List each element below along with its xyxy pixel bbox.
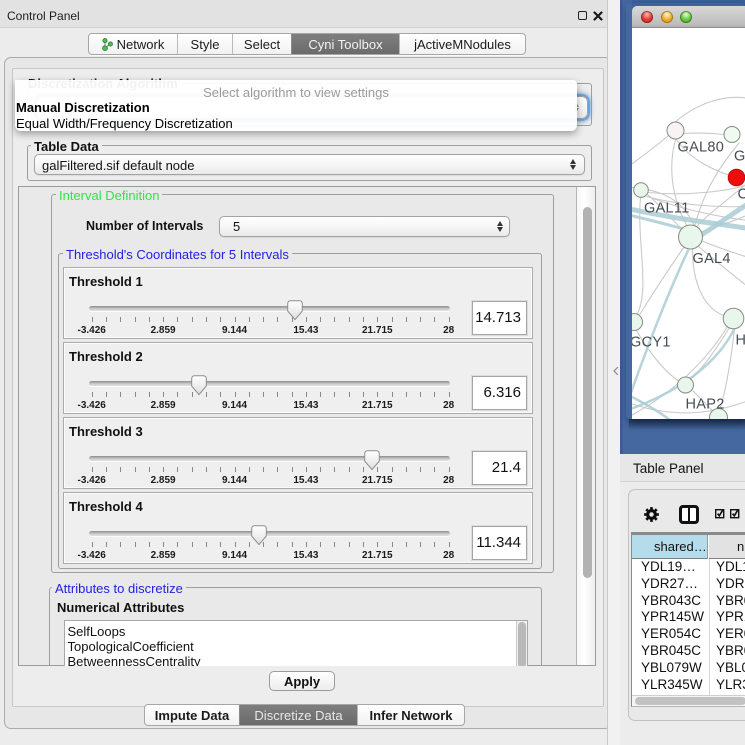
svg-text:GAL80: GAL80 bbox=[677, 139, 724, 155]
svg-text:C: C bbox=[737, 186, 745, 202]
svg-text:HAP2: HAP2 bbox=[685, 396, 724, 412]
svg-text:HI: HI bbox=[735, 332, 745, 348]
svg-text:GAL4: GAL4 bbox=[692, 251, 730, 267]
svg-text:GCY1: GCY1 bbox=[632, 334, 671, 350]
svg-text:GA: GA bbox=[734, 148, 745, 164]
svg-text:GAL11: GAL11 bbox=[644, 200, 690, 216]
